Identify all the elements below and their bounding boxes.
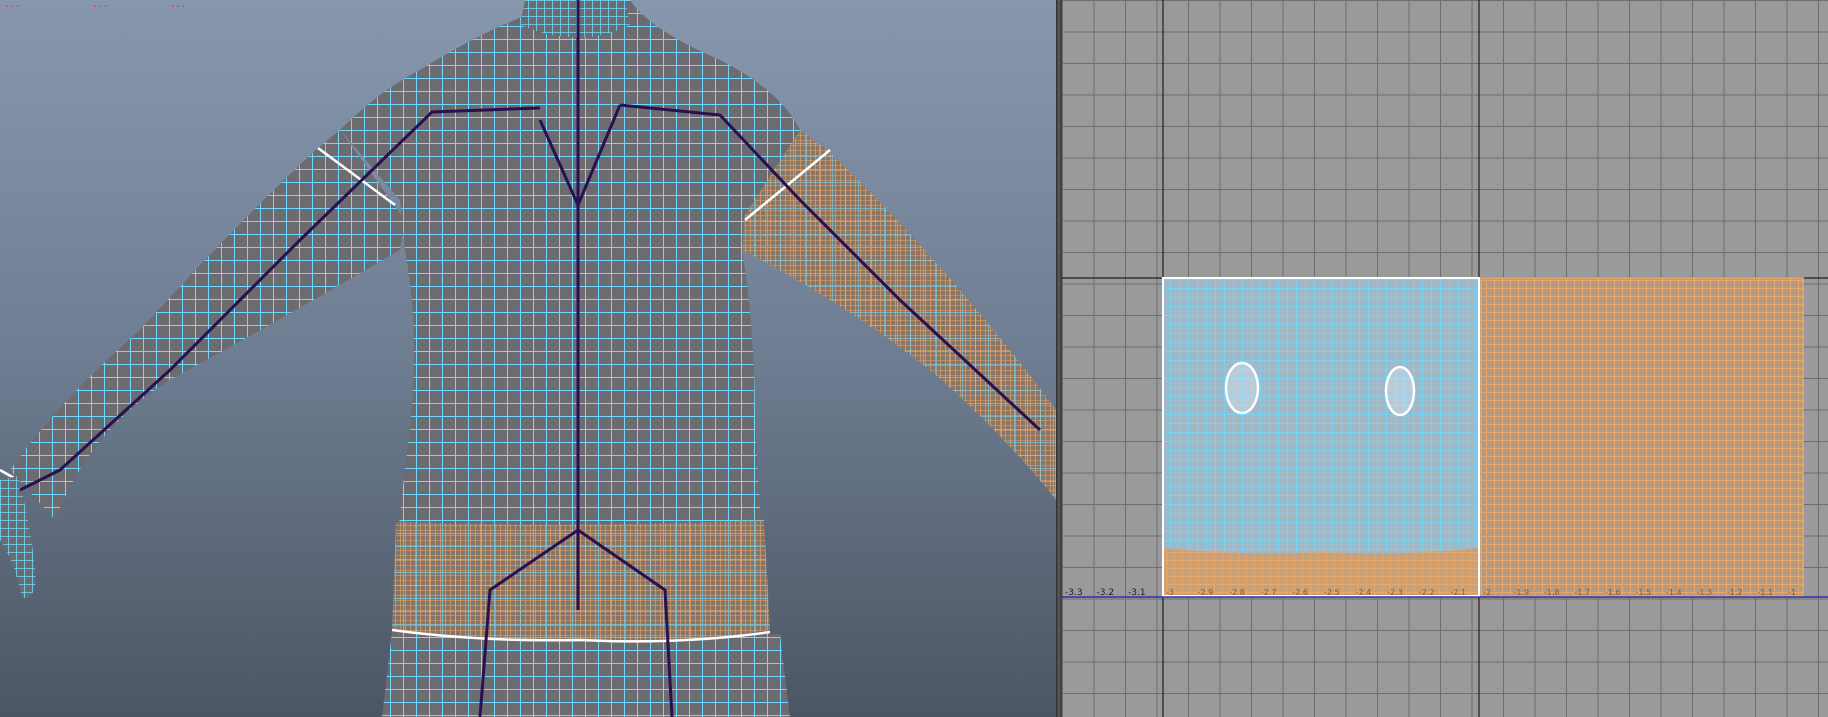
left-sleeve-mesh[interactable] (0, 130, 405, 520)
axis-label-tile-b-1: -1.9 (1514, 588, 1530, 597)
uv-shell-torso[interactable] (1162, 277, 1480, 597)
axis-label-tile-a-9: -2.1 (1450, 588, 1466, 597)
axis-label-left-1: -3.2 (1097, 588, 1115, 598)
axis-label-tile-b-0: -2 (1483, 588, 1491, 597)
uv-shell-sleeve[interactable] (1480, 277, 1804, 597)
shirt-torso-mesh[interactable] (340, 0, 800, 643)
axis-label-tile-a-7: -2.3 (1387, 588, 1403, 597)
axis-label-tile-b-2: -1.8 (1544, 588, 1560, 597)
axis-label-tile-b-6: -1.4 (1666, 588, 1682, 597)
axis-label-tile-b-10: -1 (1788, 588, 1796, 597)
axis-label-tile-b-3: -1.7 (1575, 588, 1591, 597)
axis-label-left-2: -3.1 (1128, 588, 1146, 598)
axis-label-tile-b-8: -1.2 (1727, 588, 1743, 597)
pants-mesh[interactable] (382, 632, 790, 717)
axis-label-tile-a-1: -2.9 (1198, 588, 1214, 597)
axis-label-left-0: -3.3 (1065, 588, 1083, 598)
axis-label-tile-a-0: -3 (1166, 588, 1174, 597)
axis-label-tile-a-8: -2.2 (1419, 588, 1435, 597)
hand-mesh[interactable] (0, 476, 36, 599)
axis-label-tile-a-6: -2.4 (1356, 588, 1372, 597)
axis-label-tile-b-9: -1.1 (1758, 588, 1774, 597)
uv-grid[interactable]: -3.3 -3.2 -3.1 -3 -2.9 -2.8 -2.7 -2.6 -2.5 -2.4 -… (1062, 0, 1828, 717)
perspective-viewport[interactable]: ... ... ... (0, 0, 1056, 717)
axis-label-tile-b-7: -1.3 (1697, 588, 1713, 597)
axis-label-tile-a-5: -2.5 (1324, 588, 1340, 597)
axis-label-tile-a-2: -2.8 (1229, 588, 1245, 597)
axis-label-tile-b-4: -1.6 (1605, 588, 1621, 597)
uv-texture-editor[interactable]: -3.3 -3.2 -3.1 -3 -2.9 -2.8 -2.7 -2.6 -2.5 -2.4 -… (1062, 0, 1828, 717)
right-sleeve-mesh[interactable] (742, 130, 1056, 500)
axis-labels-left: -3.3 -3.2 -3.1 (1065, 588, 1146, 598)
axis-label-tile-a-3: -2.7 (1261, 588, 1277, 597)
axis-label-tile-a-4: -2.6 (1292, 588, 1308, 597)
character-mesh[interactable] (0, 0, 1056, 717)
axis-label-tile-b-5: -1.5 (1636, 588, 1652, 597)
